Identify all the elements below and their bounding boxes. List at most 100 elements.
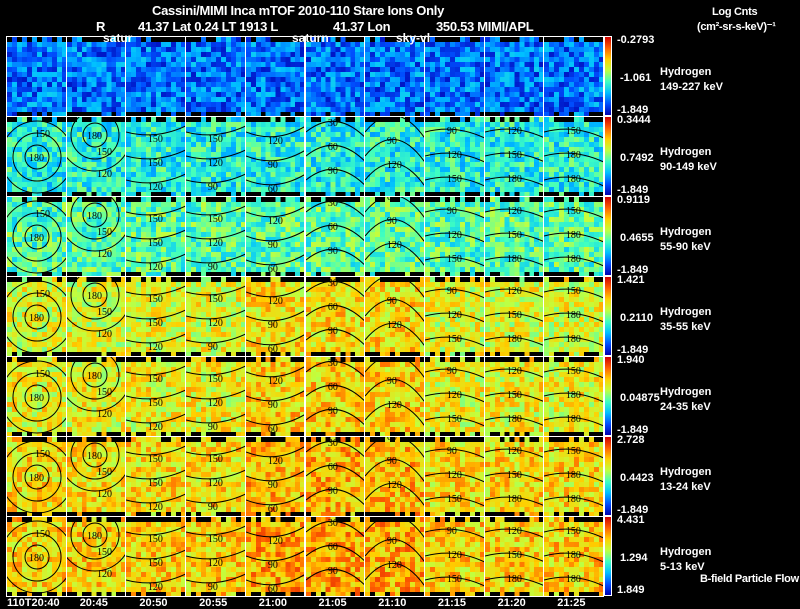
contour-label: 120 xyxy=(208,238,223,249)
contour-label: 150 xyxy=(506,150,521,161)
contour-label: 90 xyxy=(327,566,337,577)
contour-overlay: 120 90 60 xyxy=(245,205,305,275)
contour-label: 120 xyxy=(208,558,223,569)
contour-label: 180 xyxy=(29,233,44,244)
contour-label: 90 xyxy=(268,240,278,251)
contour-label: 30 xyxy=(327,358,337,369)
image-panel: 120 90 60 xyxy=(244,436,306,517)
contour-label: 150 xyxy=(506,310,521,321)
image-panel xyxy=(483,36,545,117)
contour-overlay xyxy=(485,37,545,117)
contour-label: 150 xyxy=(97,547,112,558)
contour-label: 150 xyxy=(208,294,223,305)
contour-overlay: 180 150 xyxy=(7,200,66,274)
contour-label: 150 xyxy=(35,129,50,140)
image-panel: 150 120 90 xyxy=(185,516,246,597)
image-panel: 150 180 180 xyxy=(543,116,604,197)
contour-overlay: 180 150 120 xyxy=(66,357,126,420)
contour-label: 60 xyxy=(268,424,278,435)
contour-label: 90 xyxy=(327,166,337,177)
contour-label: 90 xyxy=(447,286,457,297)
contour-label: 120 xyxy=(387,560,402,571)
contour-label: 150 xyxy=(148,318,163,329)
contour-label: 90 xyxy=(387,536,397,547)
image-panel: 90 120 150 xyxy=(423,356,485,437)
contour-label: 180 xyxy=(566,550,581,561)
image-panel: 120 90 60 xyxy=(244,356,306,437)
contour-label: 180 xyxy=(29,553,44,564)
image-panel: 90 120 150 xyxy=(423,116,485,197)
contour-label: 150 xyxy=(97,147,112,158)
colorbar xyxy=(604,516,612,596)
image-panel: 30 60 90 xyxy=(304,436,366,517)
contour-label: 150 xyxy=(566,446,581,457)
contour-label: 90 xyxy=(268,320,278,331)
colorbar xyxy=(604,276,612,356)
overlay-label-sky: sky-vl xyxy=(396,31,431,45)
contour-overlay: 180 150 120 xyxy=(66,197,126,260)
contour-label: 60 xyxy=(268,504,278,515)
x-tick-label: 21:05 xyxy=(318,597,347,609)
image-panel: 180 150 xyxy=(6,356,67,437)
contour-label: 90 xyxy=(387,296,397,307)
contour-label: 90 xyxy=(208,342,218,353)
contour-overlay: 120 90 60 xyxy=(245,285,305,355)
image-panel: 150 150 120 xyxy=(125,516,187,597)
contour-label: 90 xyxy=(447,526,457,537)
contour-label: 150 xyxy=(148,398,163,409)
contour-label: 120 xyxy=(97,569,112,580)
contour-overlay: 150 150 120 xyxy=(126,205,186,273)
species-label: Hydrogen xyxy=(660,466,712,478)
colorbar-max-label: -0.2793 xyxy=(617,34,655,46)
colorbar xyxy=(604,436,612,516)
contour-label: 180 xyxy=(506,334,521,345)
image-panel: 120 150 180 xyxy=(483,356,545,437)
colorbar-max-label: 0.3444 xyxy=(617,114,651,126)
image-panel: 30 60 90 xyxy=(304,196,366,277)
contour-overlay: 90 120 150 xyxy=(424,206,484,267)
image-panel: 90 120 150 xyxy=(423,516,485,597)
contour-overlay: 30 60 90 xyxy=(305,438,365,506)
bfield-note: B-field Particle Flow xyxy=(700,573,799,585)
image-panel: 180 150 120 xyxy=(65,356,127,437)
contour-label: 180 xyxy=(87,291,102,302)
contour-label: 150 xyxy=(208,214,223,225)
colorbar-mid-label: 0.4423 xyxy=(620,472,654,484)
colorbar xyxy=(604,36,612,116)
colorbar-mid-label: 0.4655 xyxy=(620,232,654,244)
image-panel: 180 150 120 xyxy=(65,116,127,197)
position-l: 41.37 Lon xyxy=(333,19,391,34)
contour-label: 120 xyxy=(97,249,112,260)
contour-label: 180 xyxy=(566,470,581,481)
contour-overlay xyxy=(67,37,127,117)
contour-overlay xyxy=(126,37,186,117)
x-tick-label: 20:55 xyxy=(199,597,228,609)
contour-overlay: 60 90 120 xyxy=(365,437,424,506)
contour-label: 150 xyxy=(148,454,163,465)
image-panel: 60 90 120 xyxy=(364,276,425,357)
image-panel: 180 150 120 xyxy=(65,436,127,517)
contour-label: 120 xyxy=(506,126,521,137)
image-panel: 120 150 180 xyxy=(483,276,545,357)
image-panel xyxy=(185,36,246,117)
contour-overlay: 90 120 150 xyxy=(424,446,484,507)
contour-label: 150 xyxy=(97,227,112,238)
contour-overlay: 60 90 120 xyxy=(365,117,424,186)
contour-overlay: 150 120 90 xyxy=(186,525,245,593)
image-panel xyxy=(423,36,485,117)
contour-label: 180 xyxy=(87,531,102,542)
contour-overlay: 60 90 120 xyxy=(365,357,424,426)
contour-label: 180 xyxy=(566,494,581,505)
image-panel: 150 150 120 xyxy=(125,436,187,517)
contour-label: 150 xyxy=(35,369,50,380)
contour-label: 120 xyxy=(447,470,462,481)
image-panel: 180 150 120 xyxy=(65,196,127,277)
image-panel: 180 150 xyxy=(6,196,67,277)
contour-label: 120 xyxy=(447,310,462,321)
x-tick-label: 21:25 xyxy=(557,597,586,609)
contour-overlay: 150 180 180 xyxy=(544,206,603,267)
contour-label: 180 xyxy=(87,371,102,382)
contour-overlay xyxy=(425,37,485,117)
contour-label: 150 xyxy=(148,158,163,169)
energy-range-label: 55-90 keV xyxy=(660,241,711,253)
